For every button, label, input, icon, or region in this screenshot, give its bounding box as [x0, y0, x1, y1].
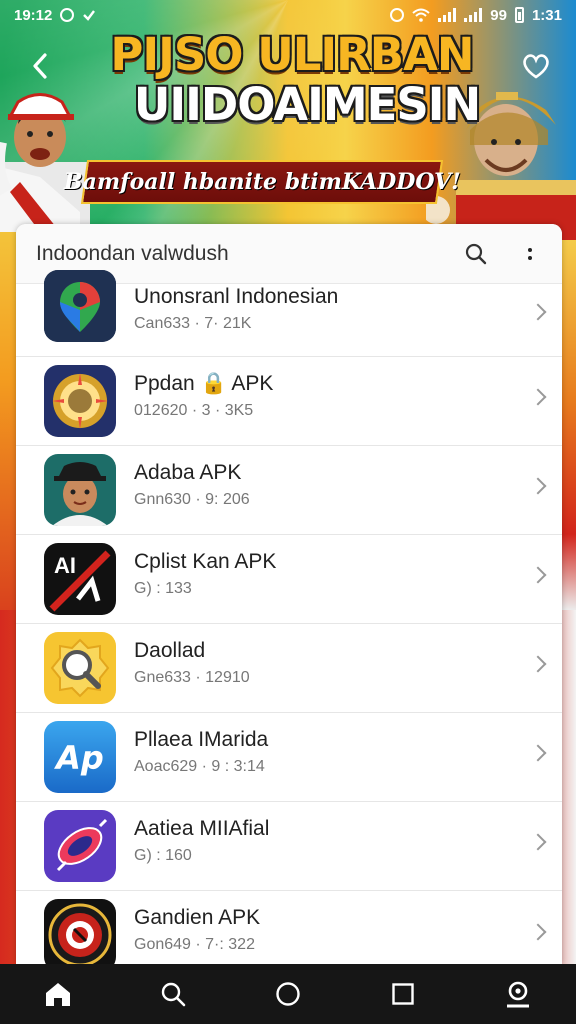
ap-logo-icon: Ap [44, 721, 116, 793]
banner-title: PIJSO ULIRBAN UIIDOAIMESIN [92, 30, 492, 130]
chevron-right-icon [529, 303, 547, 321]
maps-pin-icon [44, 270, 116, 342]
list-item[interactable]: Ppdan 🔒 APK 012620 · 3 · 3K5 [16, 357, 562, 446]
notification-icon [60, 8, 75, 22]
circle-home-icon [276, 982, 300, 1006]
app-name: Daollad [134, 639, 206, 662]
back-button[interactable] [22, 46, 58, 86]
battery-icon [514, 7, 524, 23]
wifi-icon [412, 8, 430, 22]
svg-text:Ap: Ap [53, 739, 104, 777]
search-icon [465, 243, 487, 264]
search-button[interactable] [460, 238, 492, 270]
rocket-card-icon [44, 810, 116, 882]
banner-title-line1: PIJSO ULIRBAN [110, 28, 474, 81]
chevron-right-icon [529, 477, 547, 495]
list-item[interactable]: AI Cplist Kan APK G) : 133 [16, 535, 562, 624]
app-list-card: Indoondan valwdush Unonsranl Indonesian … [16, 224, 562, 964]
app-name: Unonsranl Indonesian [134, 285, 339, 308]
app-name: Adaba APK [134, 461, 242, 484]
app-name: Gandien APK [134, 906, 261, 929]
more-options-button[interactable] [518, 238, 542, 270]
account-icon [507, 981, 530, 1008]
chevron-right-icon [529, 655, 547, 673]
favorite-button[interactable] [518, 46, 554, 86]
app-name: Aatiea MIIAfial [134, 817, 270, 840]
chevron-right-icon [529, 833, 547, 851]
right-decor-strip [560, 230, 576, 610]
app-meta: G) : 133 [134, 580, 192, 597]
app-name: Ppdan 🔒 APK [134, 372, 274, 395]
nav-recents-button[interactable] [381, 972, 425, 1016]
app-meta: G) : 160 [134, 847, 192, 864]
list-item[interactable]: Ap Pllaea IMarida Aoac629 · 9 : 3:14 [16, 713, 562, 802]
alarm-icon [390, 8, 405, 22]
status-bar: 19:12 99 1:31 [0, 0, 576, 30]
ai-slash-icon: AI [44, 543, 116, 615]
app-meta: Gnn630 · 9: 206 [134, 491, 250, 508]
signal-icon [438, 8, 457, 22]
svg-text:AI: AI [54, 553, 76, 578]
app-name: Pllaea IMarida [134, 728, 269, 751]
app-meta: Aoac629 · 9 : 3:14 [134, 758, 265, 775]
nav-circle-home-button[interactable] [266, 972, 310, 1016]
nav-home-button[interactable] [36, 972, 80, 1016]
square-recents-icon [392, 983, 414, 1005]
signal-icon-2 [464, 8, 483, 22]
bottom-navigation [0, 964, 576, 1024]
app-meta: Can633 · 7· 21K [134, 315, 252, 332]
home-icon [45, 983, 70, 1006]
battery-percent: 99 [490, 6, 507, 24]
list-item[interactable]: Aatiea MIIAfial G) : 160 [16, 802, 562, 891]
banner-title-line2: UIIDOAIMESIN [133, 78, 481, 131]
nav-account-button[interactable] [496, 972, 540, 1016]
status-clock-right: 1:31 [531, 6, 562, 24]
list-item[interactable]: Adaba APK Gnn630 · 9: 206 [16, 446, 562, 535]
status-time: 19:12 [14, 6, 53, 24]
heart-icon [523, 54, 549, 79]
check-icon [83, 10, 96, 21]
card-title: Indoondan valwdush [36, 241, 229, 265]
chevron-right-icon [529, 744, 547, 762]
more-vertical-icon [528, 247, 532, 252]
gold-compass-icon [44, 365, 116, 437]
chevron-right-icon [529, 388, 547, 406]
chevron-right-icon [529, 566, 547, 584]
app-meta: Gne633 · 12910 [134, 669, 250, 686]
search-icon [161, 982, 186, 1007]
app-meta: Gon649 · 7·: 322 [134, 936, 255, 953]
target-emblem-icon [44, 899, 116, 964]
banner-ribbon: Bamfoall hbanite btimKADDOV! [64, 160, 460, 204]
app-meta: 012620 · 3 · 3K5 [134, 402, 254, 419]
list-item[interactable]: Daollad Gne633 · 12910 [16, 624, 562, 713]
back-chevron-icon [33, 53, 47, 79]
app-name: Cplist Kan APK [134, 550, 277, 573]
app-list: Unonsranl Indonesian Can633 · 7· 21K Ppd… [16, 268, 562, 964]
list-item[interactable]: Gandien APK Gon649 · 7·: 322 [16, 891, 562, 964]
chevron-right-icon [529, 923, 547, 940]
list-item[interactable]: Unonsranl Indonesian Can633 · 7· 21K [16, 270, 562, 357]
nav-search-button[interactable] [151, 972, 195, 1016]
magnifier-badge-icon [44, 632, 116, 704]
banner-ribbon-text: Bamfoall hbanite btimKADDOV! [63, 169, 461, 195]
boy-avatar-icon [44, 454, 116, 526]
